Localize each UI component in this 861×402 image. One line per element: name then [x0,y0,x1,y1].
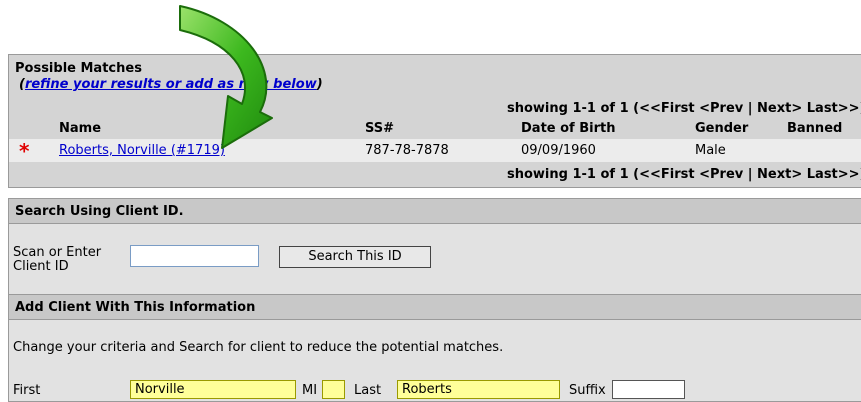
cell-gender: Male [695,143,726,158]
last-label: Last [354,383,382,398]
col-banned: Banned [787,121,843,136]
col-name: Name [59,121,102,136]
first-label: First [13,383,41,398]
cell-dob: 09/09/1960 [521,143,596,158]
add-header: Add Client With This Information [9,295,861,320]
add-header-text: Add Client With This Information [15,300,256,315]
mi-field[interactable] [322,380,345,399]
search-client-id-panel: Search Using Client ID. Scan or Enter Cl… [8,198,861,295]
table-row[interactable]: * Roberts, Norville (#1719) 787-78-7878 … [9,139,861,163]
pager-top[interactable]: showing 1-1 of 1 (<<First <Prev | Next> … [507,101,861,116]
possible-matches-title: Possible Matches [15,61,142,76]
col-ssn: SS# [365,121,395,136]
first-name-field[interactable] [130,380,296,399]
search-header-text: Search Using Client ID. [15,204,184,219]
possible-matches-panel: Possible Matches (refine your results or… [8,54,861,188]
match-marker-icon: * [19,139,30,163]
col-gender: Gender [695,121,749,136]
add-client-panel: Add Client With This Information Change … [8,294,861,402]
client-id-label: Scan or Enter Client ID [13,245,102,274]
last-name-field[interactable] [397,380,560,399]
instructions-text: Change your criteria and Search for clie… [13,340,504,355]
suffix-label: Suffix [569,383,606,398]
col-dob: Date of Birth [521,121,616,136]
close-paren: ) [316,77,323,92]
suffix-field[interactable] [612,380,685,399]
green-curved-arrow-icon [179,5,273,149]
mi-label: MI [302,383,318,398]
search-header: Search Using Client ID. [9,199,861,224]
pager-bottom[interactable]: showing 1-1 of 1 (<<First <Prev | Next> … [507,167,861,182]
client-id-input[interactable] [130,245,259,267]
cell-ssn: 787-78-7878 [365,143,449,158]
search-this-id-button[interactable]: Search This ID [279,246,431,268]
